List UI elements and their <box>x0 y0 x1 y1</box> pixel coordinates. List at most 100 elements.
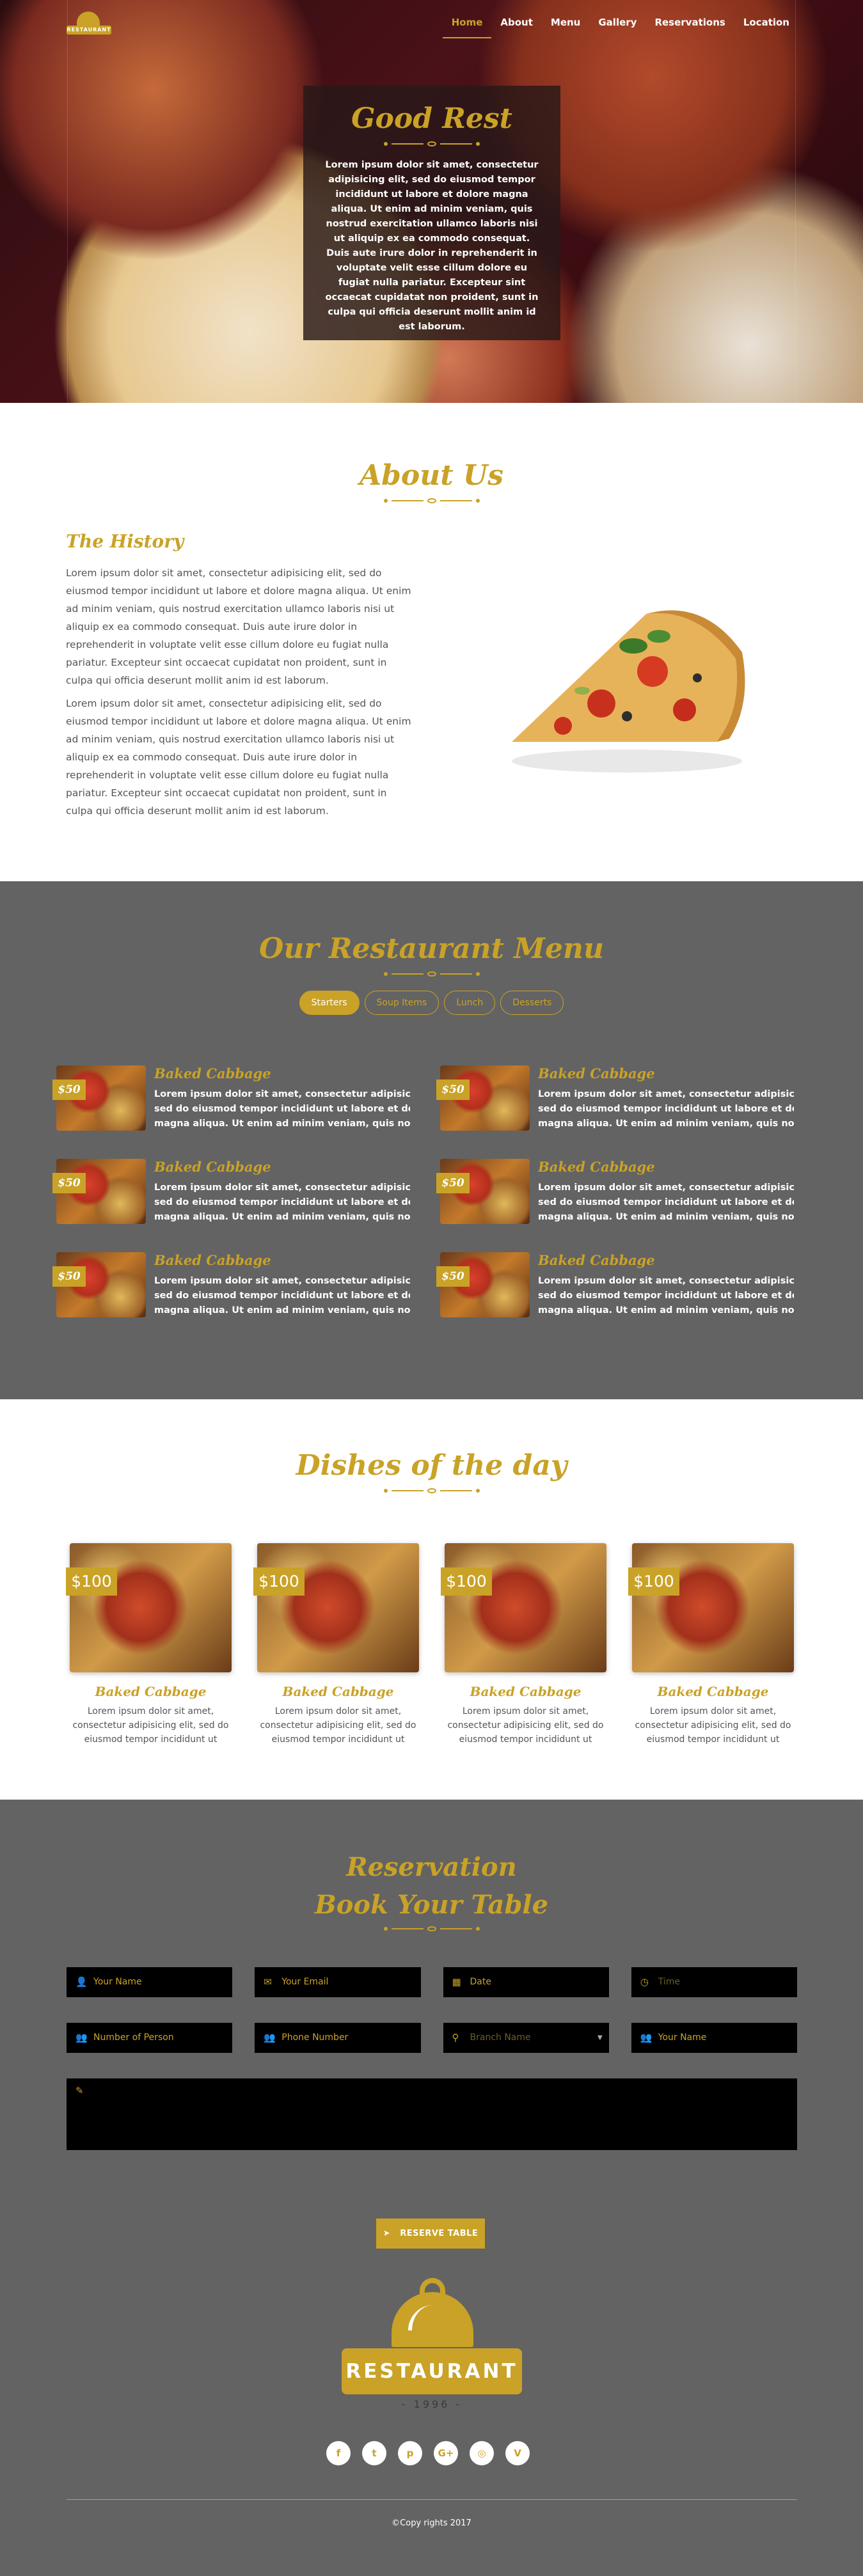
dish-name: Baked Cabbage <box>657 1684 769 1699</box>
tab-starters[interactable]: Starters <box>299 991 360 1015</box>
edit-icon: ✎ <box>75 2085 84 2096</box>
menu-item[interactable]: $50 Baked Cabbage Lorem ipsum dolor sit … <box>52 1159 440 1225</box>
desc-line: Lorem ipsum dolor sit amet, consectetur … <box>154 1089 410 1099</box>
desc-line: Lorem ipsum dolor sit amet, consectetur … <box>538 1182 794 1193</box>
calendar-icon: ▦ <box>452 1976 461 1988</box>
tab-soup-items[interactable]: Soup Items <box>364 991 439 1015</box>
dish-image: $100 <box>628 1543 794 1672</box>
dish-description: Lorem ipsum dolor sit amet, consectetur … <box>538 1181 794 1225</box>
dish-image: $100 <box>253 1543 419 1672</box>
message-textarea[interactable]: ✎ <box>67 2078 797 2150</box>
dish-name: Baked Cabbage <box>470 1684 582 1699</box>
send-icon: ➤ <box>383 2229 391 2238</box>
users-icon: 👥 <box>264 2032 276 2043</box>
price-badge: $100 <box>441 1567 492 1596</box>
price-badge: $100 <box>253 1567 305 1596</box>
desc-line: magna aliqua. Ut enim ad minim veniam, q… <box>154 1305 410 1315</box>
dish-card[interactable]: $100 Baked Cabbage Lorem ipsum dolor sit… <box>253 1543 419 1747</box>
name-field-2[interactable]: 👥 Your Name <box>631 2023 797 2053</box>
dish-description: Lorem ipsum dolor sit amet, consectetur … <box>635 1706 791 1745</box>
divider-ornament <box>0 1926 863 1931</box>
dishes-grid: $100 Baked Cabbage Lorem ipsum dolor sit… <box>66 1543 794 1747</box>
menu-tabs: Starters Soup Items Lunch Desserts <box>0 991 863 1015</box>
menu-grid: $50 Baked Cabbage Lorem ipsum dolor sit … <box>52 1065 808 1318</box>
copyright: ©Copy rights 2017 <box>392 2518 471 2528</box>
dish-description: Lorem ipsum dolor sit amet, consectetur … <box>154 1181 410 1225</box>
hero-line-right <box>795 0 796 403</box>
reservation-form: 👤 Your Name ✉ Your Email ▦ Date ◷ Time 👥 Numb… <box>67 1967 797 2249</box>
time-field[interactable]: ◷ Time <box>631 1967 797 1997</box>
name-field[interactable]: 👤 Your Name <box>67 1967 233 1997</box>
field-placeholder: Your Name <box>658 2032 707 2043</box>
price-badge: $50 <box>52 1266 86 1287</box>
desc-line: sed do eiusmod tempor incididunt ut labo… <box>154 1291 410 1301</box>
dish-name: Baked Cabbage <box>538 1159 655 1175</box>
nav-about[interactable]: About <box>491 17 542 38</box>
about-paragraph: Lorem ipsum dolor sit amet, consectetur … <box>66 567 411 686</box>
facebook-icon[interactable]: f <box>326 2441 351 2465</box>
dish-image: $100 <box>66 1543 232 1672</box>
email-field[interactable]: ✉ Your Email <box>255 1967 421 1997</box>
phone-field[interactable]: 👥 Phone Number <box>255 2023 421 2053</box>
about-text: Lorem ipsum dolor sit amet, consectetur … <box>66 564 415 825</box>
persons-field[interactable]: 👥 Number of Person <box>67 2023 233 2053</box>
reserve-table-button[interactable]: ➤ RESERVE TABLE <box>376 2219 485 2249</box>
footer-divider <box>67 2499 797 2500</box>
nav-reservations[interactable]: Reservations <box>645 17 734 38</box>
dish-name: Baked Cabbage <box>95 1684 207 1699</box>
envelope-icon: ✉ <box>264 1976 272 1988</box>
instagram-icon[interactable]: ◎ <box>470 2441 494 2465</box>
field-placeholder: Phone Number <box>281 2032 349 2043</box>
nav-gallery[interactable]: Gallery <box>589 17 645 38</box>
dish-card[interactable]: $100 Baked Cabbage Lorem ipsum dolor sit… <box>628 1543 794 1747</box>
dish-card[interactable]: $100 Baked Cabbage Lorem ipsum dolor sit… <box>441 1543 606 1747</box>
hero-text: Lorem ipsum dolor sit amet, consectetur … <box>325 160 539 332</box>
map-marker-icon: ⚲ <box>452 2032 459 2043</box>
date-field[interactable]: ▦ Date <box>443 1967 609 1997</box>
users-icon: 👥 <box>640 2032 653 2043</box>
desc-line: Lorem ipsum dolor sit amet, consectetur … <box>154 1182 410 1193</box>
field-placeholder: Date <box>470 1977 491 1987</box>
field-placeholder: Your Name <box>93 1977 142 1987</box>
menu-item[interactable]: $50 Baked Cabbage Lorem ipsum dolor sit … <box>52 1252 440 1318</box>
nav-home[interactable]: Home <box>442 17 492 38</box>
desc-line: magna aliqua. Ut enim ad minim veniam, q… <box>154 1212 410 1222</box>
dish-name: Baked Cabbage <box>282 1684 394 1699</box>
menu-item[interactable]: $50 Baked Cabbage Lorem ipsum dolor sit … <box>436 1252 808 1317</box>
price-badge: $100 <box>628 1567 679 1596</box>
tab-desserts[interactable]: Desserts <box>500 991 564 1015</box>
vine-icon[interactable]: V <box>505 2441 530 2465</box>
desc-line: sed do eiusmod tempor incididunt ut labo… <box>538 1197 794 1207</box>
logo-text: RESTAURANT <box>67 26 111 35</box>
desc-line: Lorem ipsum dolor sit amet, consectetur … <box>538 1276 794 1286</box>
dish-description: Lorem ipsum dolor sit amet, consectetur … <box>154 1274 410 1318</box>
pinterest-icon[interactable]: p <box>398 2441 422 2465</box>
divider-ornament <box>0 971 863 977</box>
menu-section: Our Restaurant Menu Starters Soup Items … <box>0 881 863 1399</box>
social-links: f t p G+ ◎ V <box>326 2441 530 2465</box>
menu-title: Our Restaurant Menu <box>259 932 604 965</box>
field-placeholder: Number of Person <box>93 2032 174 2043</box>
dish-card[interactable]: $100 Baked Cabbage Lorem ipsum dolor sit… <box>66 1543 232 1747</box>
logo[interactable]: RESTAURANT <box>67 9 111 38</box>
menu-item[interactable]: $50 Baked Cabbage Lorem ipsum dolor sit … <box>436 1065 808 1131</box>
nav-menu[interactable]: Menu <box>542 17 589 38</box>
google-plus-icon[interactable]: G+ <box>434 2441 458 2465</box>
reservation-subtitle: Book Your Table <box>314 1890 549 1920</box>
dish-description: Lorem ipsum dolor sit amet, consectetur … <box>154 1087 410 1131</box>
branch-select[interactable]: ⚲ Branch Name ▼ <box>443 2023 609 2053</box>
twitter-icon[interactable]: t <box>362 2441 386 2465</box>
footer-year: - 1996 - <box>401 2398 463 2410</box>
main-menu: Home About Menu Gallery Reservations Loc… <box>442 17 798 38</box>
about-title: About Us <box>359 459 504 492</box>
menu-item[interactable]: $50 Baked Cabbage Lorem ipsum dolor sit … <box>52 1065 440 1131</box>
nav-location[interactable]: Location <box>734 17 798 38</box>
hero-line-left <box>67 0 68 403</box>
dish-description: Lorem ipsum dolor sit amet, consectetur … <box>447 1706 604 1745</box>
price-badge: $50 <box>436 1173 470 1193</box>
price-badge: $50 <box>436 1266 470 1287</box>
hero-section: RESTAURANT Home About Menu Gallery Reser… <box>0 0 863 403</box>
menu-item[interactable]: $50 Baked Cabbage Lorem ipsum dolor sit … <box>436 1159 808 1225</box>
tab-lunch[interactable]: Lunch <box>444 991 496 1015</box>
desc-line: sed do eiusmod tempor incididunt ut labo… <box>154 1104 410 1114</box>
